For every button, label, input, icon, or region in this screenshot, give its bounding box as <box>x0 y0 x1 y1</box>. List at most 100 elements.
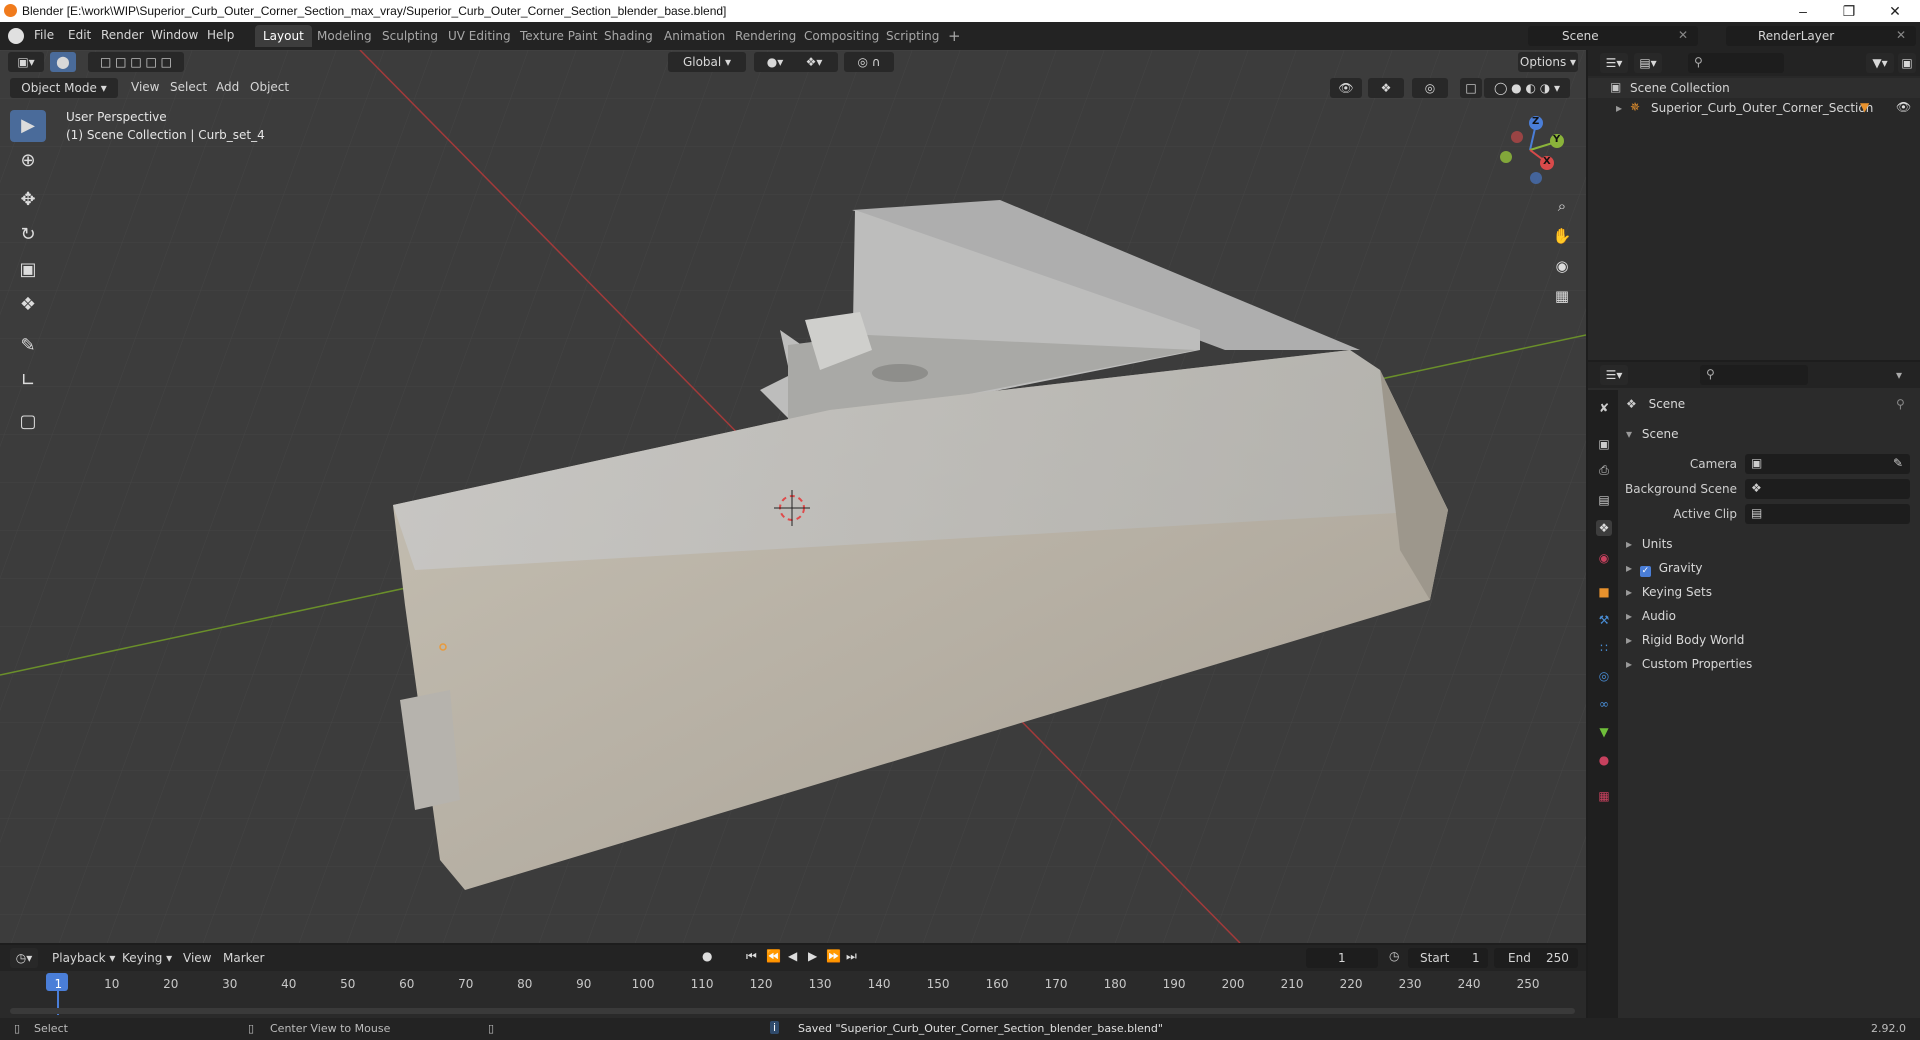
close-icon[interactable]: ✕ <box>1872 0 1918 22</box>
menu-edit[interactable]: Edit <box>68 28 91 42</box>
background-scene-field[interactable]: ❖ <box>1745 479 1910 499</box>
prev-keyframe-icon[interactable]: ⏪ <box>766 949 781 963</box>
material-tab-icon[interactable]: ● <box>1596 752 1612 768</box>
outliner-search-input[interactable]: ⚲ <box>1688 53 1784 73</box>
pin-icon[interactable]: ⚲ <box>1896 397 1905 411</box>
options-dropdown[interactable]: Options ▾ <box>1518 52 1578 72</box>
jump-end-icon[interactable]: ⏭ <box>846 949 857 964</box>
tab-layout[interactable]: Layout <box>255 25 312 47</box>
physics-tab-icon[interactable]: ◎ <box>1596 668 1612 684</box>
menu-render[interactable]: Render <box>101 28 144 42</box>
pan-hand-icon[interactable]: ✋ <box>1548 222 1576 250</box>
scene-tab-icon[interactable]: ❖ <box>1596 520 1612 536</box>
tab-rendering[interactable]: Rendering <box>727 25 804 47</box>
custom-properties-panel-header[interactable]: ▸ Custom Properties <box>1626 657 1752 671</box>
minimize-icon[interactable]: – <box>1780 0 1826 22</box>
jump-start-icon[interactable]: ⏮ <box>746 949 757 964</box>
shading-mode-buttons[interactable]: ◯ ● ◐ ◑ ▾ <box>1484 78 1570 98</box>
units-panel-header[interactable]: ▸ Units <box>1626 537 1673 551</box>
gizmo-toggle-icon[interactable]: ❖ <box>1368 78 1404 98</box>
navigation-gizmo[interactable]: Z Y X <box>1490 110 1570 190</box>
data-tab-icon[interactable]: ▼ <box>1596 724 1612 740</box>
world-tab-icon[interactable]: ◉ <box>1596 550 1612 566</box>
scale-tool-icon[interactable]: ▣ <box>10 254 46 286</box>
blender-menu-icon[interactable] <box>8 28 24 44</box>
start-frame-field[interactable]: Start 1 <box>1408 948 1488 968</box>
overlay-toggle-icon[interactable]: ◎ <box>1412 78 1448 98</box>
menu-help[interactable]: Help <box>207 28 234 42</box>
add-cube-tool-icon[interactable]: ▢ <box>10 406 46 438</box>
next-keyframe-icon[interactable]: ⏩ <box>826 949 841 963</box>
auto-keying-icon[interactable]: ● <box>702 949 712 963</box>
timeline-scrollbar[interactable] <box>10 1008 1575 1014</box>
tab-modeling[interactable]: Modeling <box>309 25 380 47</box>
tab-shading[interactable]: Shading <box>596 25 661 47</box>
new-collection-icon[interactable]: ▣ <box>1898 53 1916 73</box>
tab-sculpting[interactable]: Sculpting <box>374 25 446 47</box>
render-tab-icon[interactable]: ▣ <box>1596 436 1612 452</box>
rigid-body-world-panel-header[interactable]: ▸ Rigid Body World <box>1626 633 1744 647</box>
active-clip-field[interactable]: ▤ <box>1745 504 1910 524</box>
display-mode-icon[interactable]: ▤▾ <box>1634 53 1662 73</box>
renderlayer-selector[interactable]: RenderLayer ✕ <box>1726 26 1916 46</box>
viewport-menu-object[interactable]: Object <box>250 80 289 94</box>
outliner-row-object[interactable]: ▸ ✵ Superior_Curb_Outer_Corner_Section ▼… <box>1588 98 1920 118</box>
eyedropper-icon[interactable]: ✎ <box>1893 456 1903 470</box>
outliner-editor-type-icon[interactable]: ☰▾ <box>1600 53 1628 73</box>
cursor-tool-icon[interactable]: ⊕ <box>10 145 46 177</box>
object-tab-icon[interactable]: ■ <box>1596 584 1612 600</box>
properties-options-icon[interactable]: ▾ <box>1896 368 1902 382</box>
proportional-edit-toggle[interactable]: ◎ ∩ <box>844 52 894 72</box>
object-mode-dropdown[interactable]: Object Mode ▾ <box>10 78 118 98</box>
timeline-menu-view[interactable]: View <box>183 951 211 965</box>
timeline-menu-keying[interactable]: Keying ▾ <box>122 951 172 965</box>
preview-range-icon[interactable]: ◷ <box>1389 949 1399 963</box>
annotate-tool-icon[interactable]: ✎ <box>10 330 46 362</box>
camera-view-icon[interactable]: ◉ <box>1548 252 1576 280</box>
zoom-icon[interactable]: ⌕ <box>1548 192 1576 220</box>
move-tool-icon[interactable]: ✥ <box>10 184 46 216</box>
xray-toggle-icon[interactable]: □ <box>1460 78 1482 98</box>
timeline-editor-type-icon[interactable]: ◷▾ <box>10 948 38 968</box>
end-frame-field[interactable]: End 250 <box>1494 948 1578 968</box>
properties-search-input[interactable]: ⚲ <box>1700 365 1808 385</box>
select-box-tool-icon[interactable]: ▶ <box>10 110 46 142</box>
particles-tab-icon[interactable]: ∷ <box>1596 640 1612 656</box>
camera-field[interactable]: ▣ ✎ <box>1745 454 1910 474</box>
viewport-menu-view[interactable]: View <box>131 80 159 94</box>
viewport-menu-select[interactable]: Select <box>170 80 207 94</box>
menu-file[interactable]: File <box>34 28 54 42</box>
viewport-menu-add[interactable]: Add <box>216 80 239 94</box>
tab-animation[interactable]: Animation <box>656 25 733 47</box>
transform-orientation-dropdown[interactable]: Global ▾ <box>668 52 746 72</box>
3d-viewport[interactable]: ▣▾ ⬤ □ □ □ □ □ Global ▾ ●▾ ❖▾ ◎ ∩ Option… <box>0 50 1586 943</box>
tab-scripting[interactable]: Scripting <box>878 25 947 47</box>
timeline-menu-marker[interactable]: Marker <box>223 951 264 965</box>
visibility-icon[interactable]: 👁 <box>1330 78 1362 98</box>
current-frame-field[interactable]: 1 <box>1306 948 1378 968</box>
measure-tool-icon[interactable]: ∟ <box>10 365 46 397</box>
tab-texture-paint[interactable]: Texture Paint <box>512 25 605 47</box>
play-reverse-icon[interactable]: ◀ <box>788 949 797 963</box>
eye-visibility-icon[interactable]: 👁 <box>1896 100 1911 114</box>
tool-tab-icon[interactable]: ✘ <box>1596 400 1612 416</box>
add-workspace-icon[interactable]: + <box>940 25 969 47</box>
close-renderlayer-icon[interactable]: ✕ <box>1896 28 1906 42</box>
audio-panel-header[interactable]: ▸ Audio <box>1626 609 1676 623</box>
scene-panel-header[interactable]: ▾ Scene <box>1626 427 1678 441</box>
tab-compositing[interactable]: Compositing <box>796 25 887 47</box>
transform-tool-icon[interactable]: ❖ <box>10 289 46 321</box>
play-icon[interactable]: ▶ <box>808 949 817 963</box>
gravity-panel-header[interactable]: ▸ ✓ Gravity <box>1626 561 1703 577</box>
scene-selector[interactable]: Scene ✕ <box>1528 26 1698 46</box>
timeline-menu-playback[interactable]: Playback ▾ <box>52 951 115 965</box>
expand-arrow-icon[interactable]: ▸ <box>1616 101 1622 115</box>
rotate-tool-icon[interactable]: ↻ <box>10 219 46 251</box>
outliner-row-root[interactable]: ▣ Scene Collection <box>1588 78 1920 98</box>
restore-icon[interactable]: ❐ <box>1826 0 1872 22</box>
modifier-tab-icon[interactable]: ⚒ <box>1596 612 1612 628</box>
select-tool-header-icon[interactable]: ⬤ <box>50 52 76 72</box>
keying-sets-panel-header[interactable]: ▸ Keying Sets <box>1626 585 1712 599</box>
constraints-tab-icon[interactable]: ∞ <box>1596 696 1612 712</box>
texture-tab-icon[interactable]: ▦ <box>1596 788 1612 804</box>
